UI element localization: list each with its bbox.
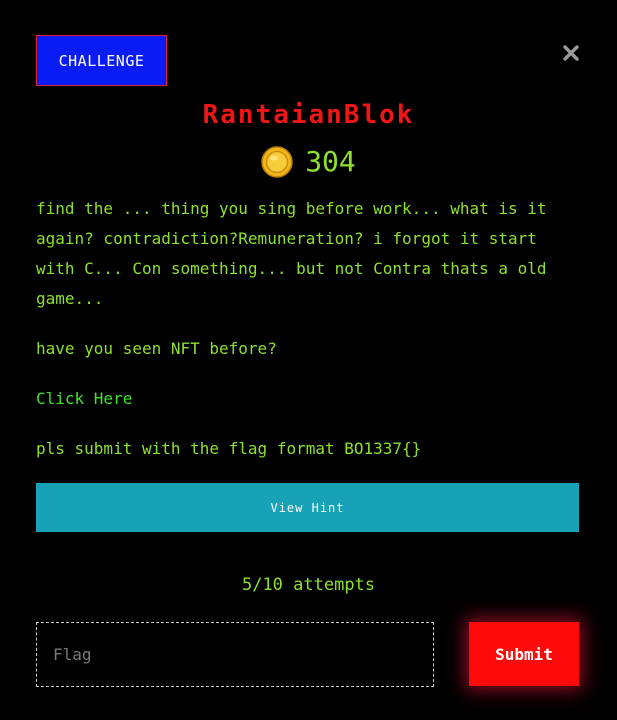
submit-button[interactable]: Submit (469, 622, 579, 686)
click-here-link[interactable]: Click Here (36, 389, 132, 408)
attempts-counter: 5/10 attempts (241, 575, 376, 595)
close-icon (563, 45, 579, 61)
challenge-modal: CHALLENGE RantaianBlok 304 find the ... … (0, 0, 617, 720)
challenge-description: find the ... thing you sing before work.… (36, 194, 581, 484)
description-paragraph: have you seen NFT before? (36, 339, 277, 358)
coin-icon (261, 145, 293, 178)
flag-input[interactable] (36, 622, 434, 687)
challenge-title: RantaianBlok (202, 100, 415, 130)
points-value: 304 (305, 145, 356, 178)
description-paragraph: find the ... thing you sing before work.… (36, 199, 547, 308)
flag-format-note: pls submit with the flag format BO1337{} (36, 439, 422, 458)
challenge-points: 304 (0, 145, 617, 178)
view-hint-button[interactable]: View Hint (36, 483, 579, 532)
close-button[interactable] (560, 42, 582, 64)
challenge-tab[interactable]: CHALLENGE (36, 35, 167, 86)
view-hint-label: View Hint (270, 500, 345, 515)
challenge-tab-label: CHALLENGE (58, 51, 145, 70)
